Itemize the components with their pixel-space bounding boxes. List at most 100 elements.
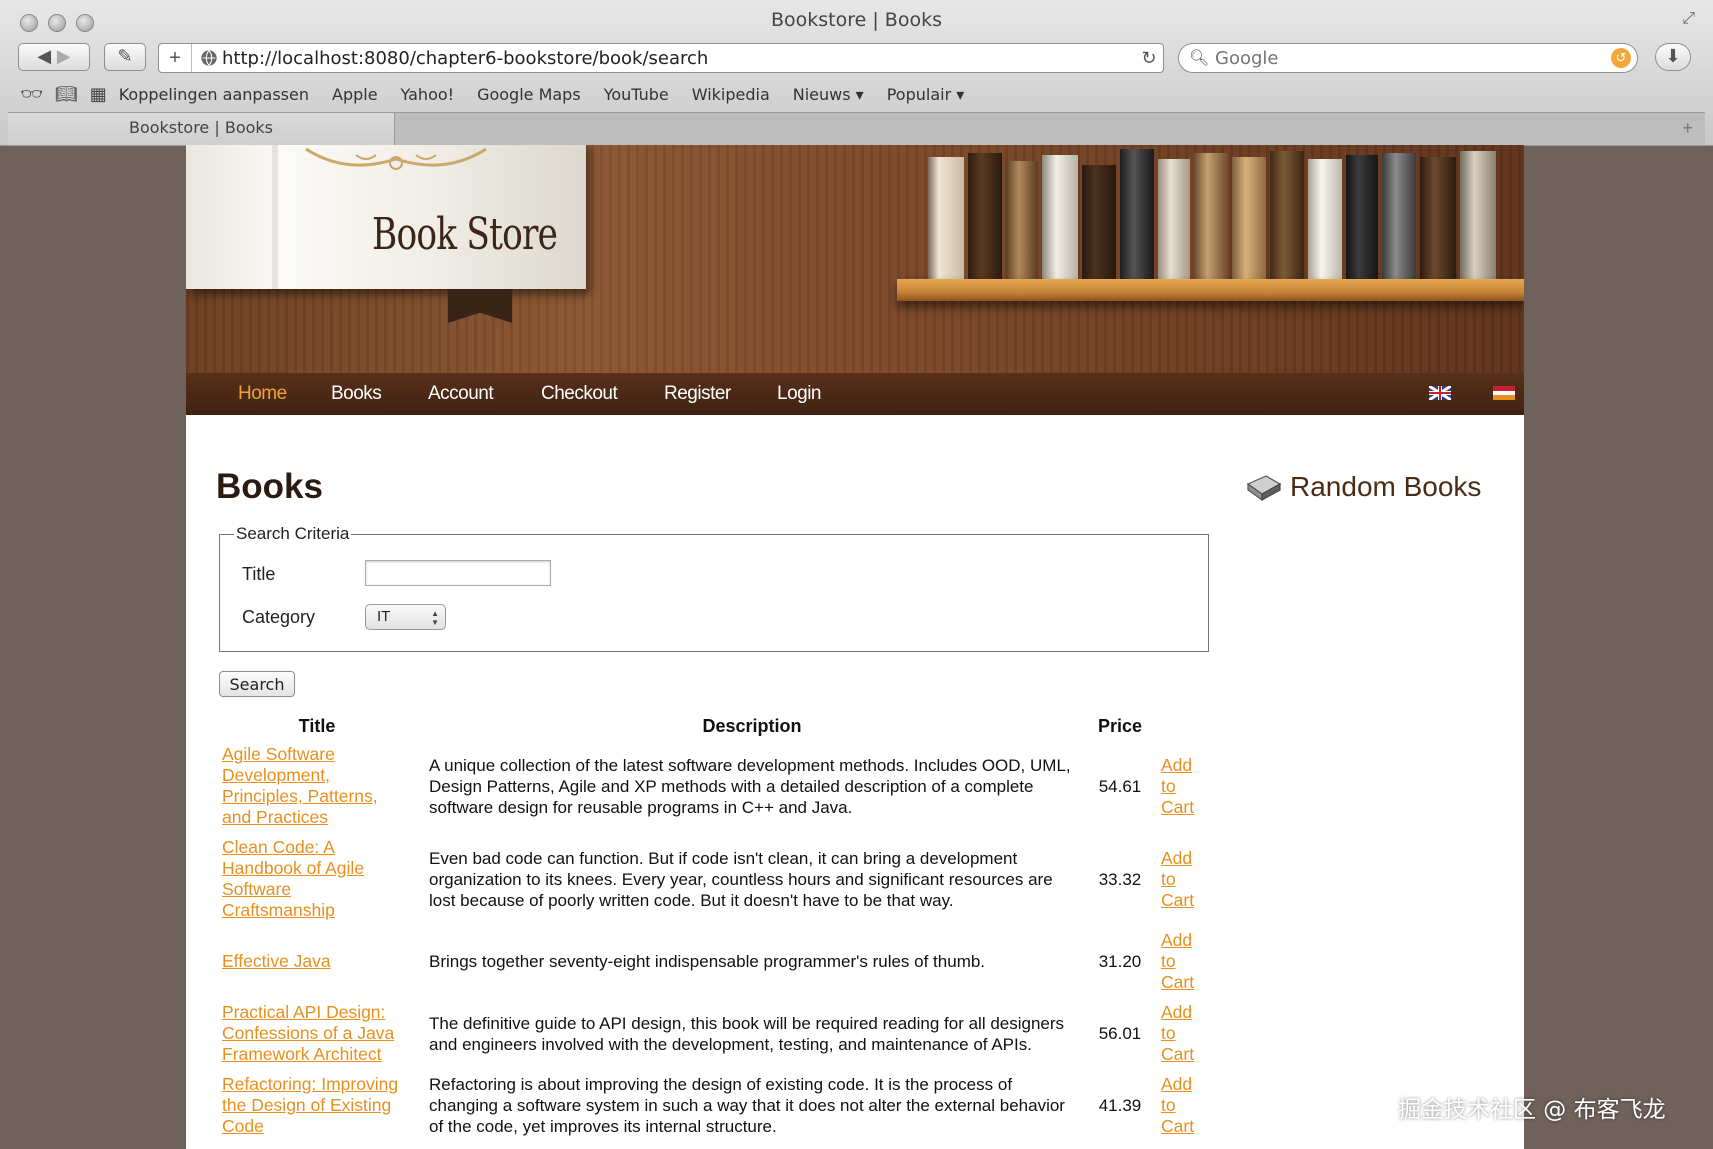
fullscreen-icon[interactable]: ⤢ xyxy=(1682,10,1695,28)
watermark-text: 掘金技术社区 @ 布客飞龙 xyxy=(1398,1097,1666,1123)
table-row: Practical API Design: Confessions of a J… xyxy=(219,999,1209,1071)
add-to-cart-cell: Add to Cart xyxy=(1151,834,1209,927)
book-description: Refactoring is about improving the desig… xyxy=(429,1075,1065,1136)
cart-word: Cart xyxy=(1161,889,1195,910)
bookmarks-book-icon[interactable]: 📖︎ xyxy=(55,84,78,105)
shelf-graphic xyxy=(897,279,1524,301)
top-sites-grid-icon[interactable]: ▦ xyxy=(90,84,107,105)
ribbon-graphic xyxy=(448,289,512,323)
browser-chrome: Bookstore | Books ⤢ ◀ ▶ ✎ + ↻ 🔍︎ ↺ ⬇ 👓︎ … xyxy=(0,0,1713,146)
category-select[interactable]: IT ▲ ▼ xyxy=(365,604,446,630)
book-spine-graphic xyxy=(1346,155,1378,279)
netherlands-flag-icon[interactable] xyxy=(1493,386,1515,400)
add-to-cart-link[interactable]: Add to Cart xyxy=(1161,930,1209,993)
title-input[interactable] xyxy=(365,560,551,586)
add-to-cart-cell: Add to Cart xyxy=(1151,1071,1209,1143)
book-description: The definitive guide to API design, this… xyxy=(429,1013,1065,1054)
column-header-cart xyxy=(1151,711,1209,741)
book-spine-graphic xyxy=(968,153,1002,279)
add-to-cart-cell: Add to Cart xyxy=(1151,999,1209,1071)
cart-word: Cart xyxy=(1161,1044,1195,1064)
nav-register[interactable]: Register xyxy=(664,373,731,415)
nav-books[interactable]: Books xyxy=(331,373,382,415)
reading-list-icon[interactable]: 👓︎ xyxy=(20,84,43,105)
bookmark-menu-nieuws[interactable]: Nieuws ▾ xyxy=(793,85,864,104)
bookshelf-books-graphic xyxy=(928,145,1524,279)
column-header-price: Price xyxy=(1097,715,1143,736)
table-row: Refactoring: Improving the Design of Exi… xyxy=(219,1071,1209,1143)
web-page: Book Store Home Books Account Checkout R… xyxy=(186,145,1524,1149)
cart-word: Cart xyxy=(1161,972,1195,992)
globe-icon xyxy=(201,50,217,66)
book-description: Even bad code can function. But if code … xyxy=(429,848,1053,910)
book-description: A unique collection of the latest softwa… xyxy=(429,755,1071,817)
random-books-section: Random Books xyxy=(1246,471,1481,503)
book-spine-graphic xyxy=(1042,155,1078,279)
book-spine-graphic xyxy=(1308,159,1342,279)
site-banner: Book Store xyxy=(186,145,1524,373)
address-bar: + ↻ xyxy=(158,43,1164,73)
bookmark-item[interactable]: Apple xyxy=(332,85,378,104)
select-arrows-icon: ▲ ▼ xyxy=(431,609,439,627)
web-search-input[interactable] xyxy=(1213,46,1611,70)
book-spine-graphic xyxy=(1382,153,1416,279)
cart-word: to xyxy=(1161,1095,1176,1115)
book-spine-graphic xyxy=(1006,161,1038,279)
random-books-title: Random Books xyxy=(1290,471,1482,502)
add-to-cart-link[interactable]: Add to Cart xyxy=(1161,755,1209,818)
add-to-cart-cell: Add to Cart xyxy=(1151,927,1209,999)
books-stack-icon xyxy=(1246,475,1282,502)
add-to-cart-link[interactable]: Add to Cart xyxy=(1161,848,1209,911)
book-title-link[interactable]: Effective Java xyxy=(222,951,331,971)
search-button[interactable]: Search xyxy=(219,671,295,697)
nav-login[interactable]: Login xyxy=(777,373,822,415)
book-title-link[interactable]: Agile Software Development, Principles, … xyxy=(222,744,378,827)
book-title-link[interactable]: Refactoring: Improving the Design of Exi… xyxy=(222,1074,398,1136)
book-spine-graphic xyxy=(1194,153,1228,279)
nav-account[interactable]: Account xyxy=(428,373,494,415)
add-to-cart-link[interactable]: Add to Cart xyxy=(1161,1002,1209,1065)
magnifier-icon: 🔍︎ xyxy=(1189,50,1210,67)
book-spine-graphic xyxy=(1420,157,1456,279)
book-price: 54.61 xyxy=(1098,776,1142,796)
add-bookmark-icon[interactable]: + xyxy=(159,44,192,72)
downloads-button[interactable]: ⬇ xyxy=(1655,43,1691,71)
bookmark-item[interactable]: Koppelingen aanpassen xyxy=(119,85,309,104)
tab-bookstore[interactable]: Bookstore | Books xyxy=(8,113,395,145)
cart-word: to xyxy=(1161,1023,1176,1043)
cart-word: to xyxy=(1161,868,1176,889)
back-forward-buttons: ◀ ▶ xyxy=(18,43,90,71)
book-price: 33.32 xyxy=(1098,869,1142,889)
column-header-title: Title xyxy=(298,715,336,736)
open-book-graphic: Book Store xyxy=(186,145,586,289)
table-row: Clean Code: A Handbook of Agile Software… xyxy=(219,834,1209,927)
forward-icon[interactable]: ▶ xyxy=(57,46,71,67)
book-spine-graphic xyxy=(928,157,964,279)
bookmark-menu-populair[interactable]: Populair ▾ xyxy=(887,85,965,104)
book-title-link[interactable]: Practical API Design: Confessions of a J… xyxy=(222,1002,394,1064)
book-description: Brings together seventy-eight indispensa… xyxy=(429,952,986,971)
table-row: Effective Java Brings together seventy-e… xyxy=(219,927,1209,999)
cart-word: Add xyxy=(1161,847,1193,868)
uk-flag-icon[interactable] xyxy=(1429,386,1451,400)
book-spine-graphic xyxy=(1082,165,1116,279)
bookmark-item[interactable]: YouTube xyxy=(604,85,669,104)
snapback-icon[interactable]: ↺ xyxy=(1611,48,1631,68)
share-button[interactable]: ✎ xyxy=(104,43,146,71)
title-label: Title xyxy=(242,564,276,584)
cart-word: Cart xyxy=(1161,1116,1195,1136)
nav-checkout[interactable]: Checkout xyxy=(541,373,618,415)
bookmark-item[interactable]: Google Maps xyxy=(477,85,581,104)
back-icon[interactable]: ◀ xyxy=(37,46,51,67)
reload-icon[interactable]: ↻ xyxy=(1135,48,1163,69)
bookmark-item[interactable]: Wikipedia xyxy=(692,85,770,104)
new-tab-icon[interactable]: + xyxy=(1682,118,1693,139)
url-input[interactable] xyxy=(222,47,1135,69)
bookmark-item[interactable]: Yahoo! xyxy=(401,85,455,104)
book-title-link[interactable]: Clean Code: A Handbook of Agile Software… xyxy=(222,837,364,920)
web-search-field: 🔍︎ ↺ xyxy=(1178,43,1638,73)
site-logo[interactable]: Book Store xyxy=(372,209,558,260)
search-criteria-fieldset: Search Criteria Title Category IT ▲ ▼ xyxy=(219,524,1209,652)
nav-home[interactable]: Home xyxy=(238,373,287,415)
add-to-cart-link[interactable]: Add to Cart xyxy=(1161,1074,1209,1137)
